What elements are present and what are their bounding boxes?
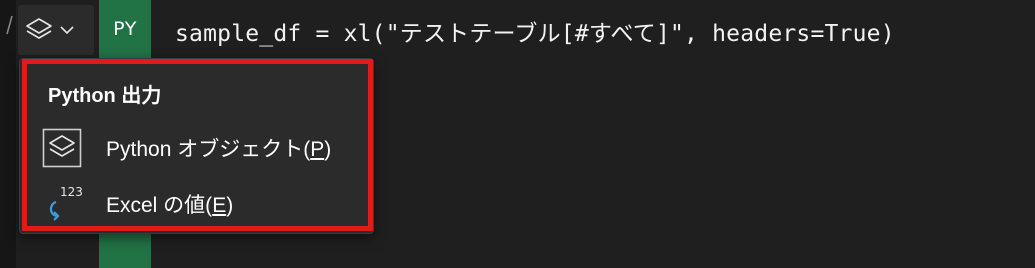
output-type-dropdown[interactable]	[18, 5, 94, 55]
chevron-down-icon	[60, 26, 74, 35]
py-badge[interactable]: PY	[99, 6, 151, 52]
excel-python-formula-bar: PY sample_df = xl("テストテーブル[#すべて]", heade…	[0, 0, 1035, 268]
excel-value-icon: 123	[40, 182, 84, 226]
menu-title: Python 出力	[48, 85, 162, 107]
formula-text[interactable]: sample_df = xl("テストテーブル[#すべて]", headers=…	[175, 14, 895, 48]
value-superscript: 123	[60, 185, 83, 199]
left-edge-strip	[0, 0, 16, 268]
menu-item-label: Excel の値(E)	[106, 194, 234, 217]
menu-item-python-object[interactable]: Python オブジェクト(P)	[30, 123, 370, 173]
menu-item-excel-value[interactable]: 123 Excel の値(E)	[30, 179, 370, 229]
python-output-menu: Python 出力 Python オブジェクト(P) 123 Excel の値(…	[19, 58, 374, 234]
python-object-icon	[40, 126, 84, 170]
layers-icon	[26, 18, 52, 39]
chevron-left-icon[interactable]	[4, 14, 14, 36]
menu-item-label: Python オブジェクト(P)	[106, 138, 332, 161]
